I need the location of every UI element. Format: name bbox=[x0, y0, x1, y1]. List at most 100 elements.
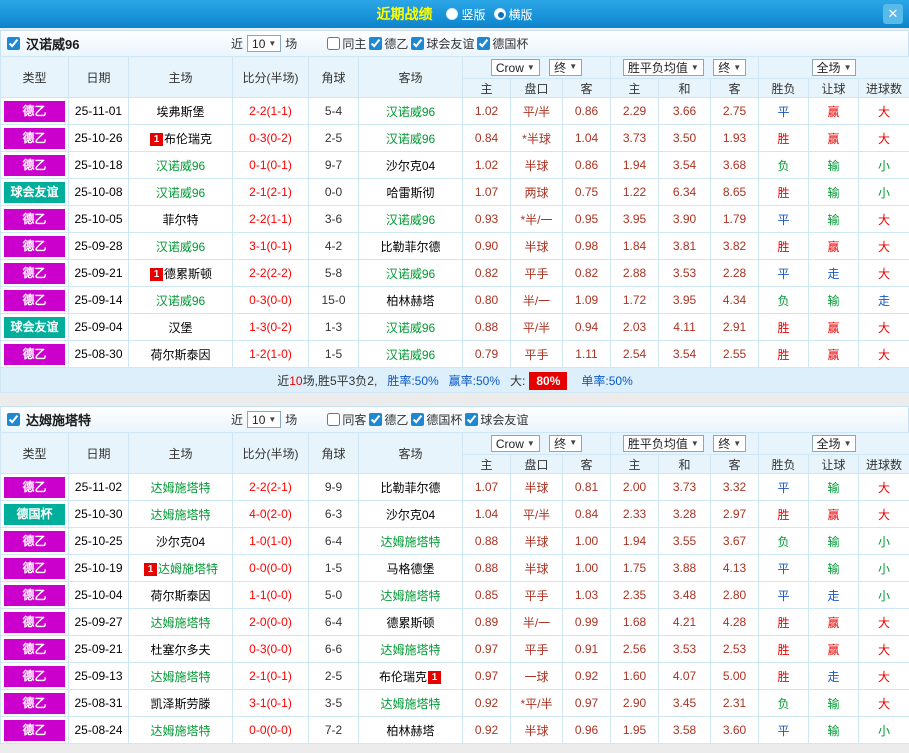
filter-德国杯[interactable]: 德国杯 bbox=[411, 411, 462, 428]
filter-checkbox[interactable] bbox=[327, 37, 341, 50]
team-name-text: 汉堡 bbox=[168, 320, 193, 335]
euro-away-odds: 1.79 bbox=[710, 205, 760, 233]
match-date: 25-09-21 bbox=[68, 259, 129, 287]
asian-away-odds: 0.86 bbox=[561, 97, 612, 125]
team-name-text: 埃弗斯堡 bbox=[156, 104, 205, 119]
section-darmstadt: 达姆施塔特 近 10 ▼ 场 同客 德乙 德国杯 球会友谊 类型 日期 主场 比… bbox=[0, 406, 909, 744]
filter-德国杯[interactable]: 德国杯 bbox=[477, 35, 528, 52]
asian-final-select[interactable]: 终 ▼ bbox=[549, 58, 583, 76]
europe-final-select[interactable]: 终 ▼ bbox=[713, 435, 747, 452]
filter-球会友谊[interactable]: 球会友谊 bbox=[465, 411, 528, 428]
league-cell: 德乙 bbox=[0, 554, 69, 582]
europe-final-select[interactable]: 终 ▼ bbox=[713, 59, 747, 76]
close-icon[interactable]: ✕ bbox=[883, 4, 903, 24]
corner: 3-6 bbox=[308, 205, 359, 233]
score: 0-1(0-1) bbox=[232, 151, 309, 179]
near-label-pre: 近 bbox=[231, 413, 244, 427]
home-team: 菲尔特 bbox=[128, 205, 233, 233]
corner: 2-5 bbox=[308, 662, 359, 690]
corner: 9-7 bbox=[308, 151, 359, 179]
home-team: 汉诺威96 bbox=[128, 178, 233, 206]
euro-away-odds: 8.65 bbox=[710, 178, 760, 206]
away-team: 马格德堡 bbox=[358, 554, 463, 582]
league-cell: 德乙 bbox=[0, 259, 69, 287]
home-team: 凯泽斯劳滕 bbox=[128, 689, 233, 717]
col-handicap-result: 让球 bbox=[808, 454, 860, 474]
match-row: 德乙 25-09-28 汉诺威96 3-1(0-1) 4-2 比勒菲尔德 0.90 半球 0.9… bbox=[0, 232, 909, 260]
recent-count-filter: 近 10 ▼ 场 bbox=[231, 411, 297, 428]
filter-德乙[interactable]: 德乙 bbox=[369, 35, 408, 52]
radio-label: 竖版 bbox=[461, 7, 486, 22]
filter-checkbox[interactable] bbox=[369, 413, 383, 426]
asian-final-select[interactable]: 终 ▼ bbox=[549, 434, 583, 452]
bookmaker-select[interactable]: Crow ▼ bbox=[490, 435, 540, 453]
handicap: 半球 bbox=[510, 716, 563, 744]
asian-home-odds: 1.02 bbox=[462, 97, 511, 125]
filter-checkbox[interactable] bbox=[369, 37, 383, 50]
radio-icon[interactable] bbox=[493, 8, 506, 20]
recent-count-select[interactable]: 10 ▼ bbox=[247, 35, 282, 52]
radio-icon[interactable] bbox=[446, 8, 459, 20]
layout-radio-horizontal[interactable]: 横版 bbox=[493, 6, 533, 23]
filter-德乙[interactable]: 德乙 bbox=[369, 411, 408, 428]
summary-part: 单率:50% bbox=[581, 373, 633, 388]
euro-draw-odds: 3.45 bbox=[658, 689, 712, 717]
score: 2-2(1-1) bbox=[232, 205, 309, 233]
asian-away-odds: 1.00 bbox=[561, 554, 612, 582]
full-match-select[interactable]: 全场 ▼ bbox=[811, 435, 857, 452]
handicap: 平手 bbox=[510, 581, 563, 609]
euro-home-odds: 2.29 bbox=[610, 97, 660, 125]
team-checkbox[interactable] bbox=[7, 37, 20, 50]
filter-同客[interactable]: 同客 bbox=[327, 411, 366, 428]
home-team: 埃弗斯堡 bbox=[128, 97, 233, 125]
result-handicap: 输 bbox=[808, 178, 860, 206]
summary-part: 大: bbox=[510, 373, 526, 388]
handicap: 平/半 bbox=[510, 313, 563, 341]
bookmaker-select[interactable]: Crow ▼ bbox=[490, 59, 540, 77]
team-name-text: 达姆施塔特 bbox=[150, 669, 211, 684]
filter-checkbox[interactable] bbox=[411, 37, 425, 50]
asian-home-odds: 1.07 bbox=[462, 473, 511, 501]
section-header: 达姆施塔特 近 10 ▼ 场 同客 德乙 德国杯 球会友谊 bbox=[0, 406, 909, 432]
euro-draw-odds: 3.73 bbox=[658, 473, 712, 501]
chevron-down-icon: ▼ bbox=[843, 438, 852, 448]
euro-away-odds: 3.68 bbox=[710, 151, 760, 179]
euro-home-odds: 2.90 bbox=[610, 689, 660, 717]
euro-away-odds: 5.00 bbox=[710, 662, 760, 690]
red-card-badge: 1 bbox=[149, 132, 163, 146]
home-team: 达姆施塔特 bbox=[128, 662, 233, 690]
asian-home-odds: 0.82 bbox=[462, 259, 511, 287]
match-row: 德乙 25-11-01 埃弗斯堡 2-2(1-1) 5-4 汉诺威96 1.02 平/半 0.8… bbox=[0, 97, 909, 125]
result-goals: 大 bbox=[858, 689, 909, 717]
wdl-average-select[interactable]: 胜平负均值 ▼ bbox=[622, 59, 704, 76]
result-goals: 大 bbox=[858, 205, 909, 233]
full-match-select[interactable]: 全场 ▼ bbox=[811, 59, 857, 76]
euro-draw-odds: 3.50 bbox=[658, 124, 712, 152]
col-corner: 角球 bbox=[308, 56, 359, 98]
filter-checkbox[interactable] bbox=[411, 413, 425, 426]
team-name-text: 比勒菲尔德 bbox=[380, 239, 441, 254]
match-date: 25-08-31 bbox=[68, 689, 129, 717]
filter-球会友谊[interactable]: 球会友谊 bbox=[411, 35, 474, 52]
score: 2-2(2-2) bbox=[232, 259, 309, 287]
recent-count-select[interactable]: 10 ▼ bbox=[247, 411, 282, 428]
euro-draw-odds: 3.55 bbox=[658, 527, 712, 555]
asian-away-odds: 1.09 bbox=[561, 286, 612, 314]
team-checkbox[interactable] bbox=[7, 413, 20, 426]
euro-away-odds: 2.75 bbox=[710, 97, 760, 125]
handicap: *半球 bbox=[510, 124, 563, 152]
euro-away-odds: 3.32 bbox=[710, 473, 760, 501]
euro-away-odds: 2.28 bbox=[710, 259, 760, 287]
wdl-average-select[interactable]: 胜平负均值 ▼ bbox=[622, 435, 704, 452]
asian-home-odds: 0.89 bbox=[462, 608, 511, 636]
layout-radio-vertical[interactable]: 竖版 bbox=[446, 6, 486, 23]
summary-part: 10 bbox=[289, 373, 303, 388]
corner: 2-5 bbox=[308, 124, 359, 152]
result-wdl: 平 bbox=[758, 259, 810, 287]
filter-checkbox[interactable] bbox=[477, 37, 491, 50]
filter-checkbox[interactable] bbox=[327, 413, 341, 426]
filter-同主[interactable]: 同主 bbox=[327, 35, 366, 52]
filter-checkbox[interactable] bbox=[465, 413, 479, 426]
home-team: 达姆施塔特 bbox=[128, 500, 233, 528]
asian-away-odds: 0.86 bbox=[561, 151, 612, 179]
